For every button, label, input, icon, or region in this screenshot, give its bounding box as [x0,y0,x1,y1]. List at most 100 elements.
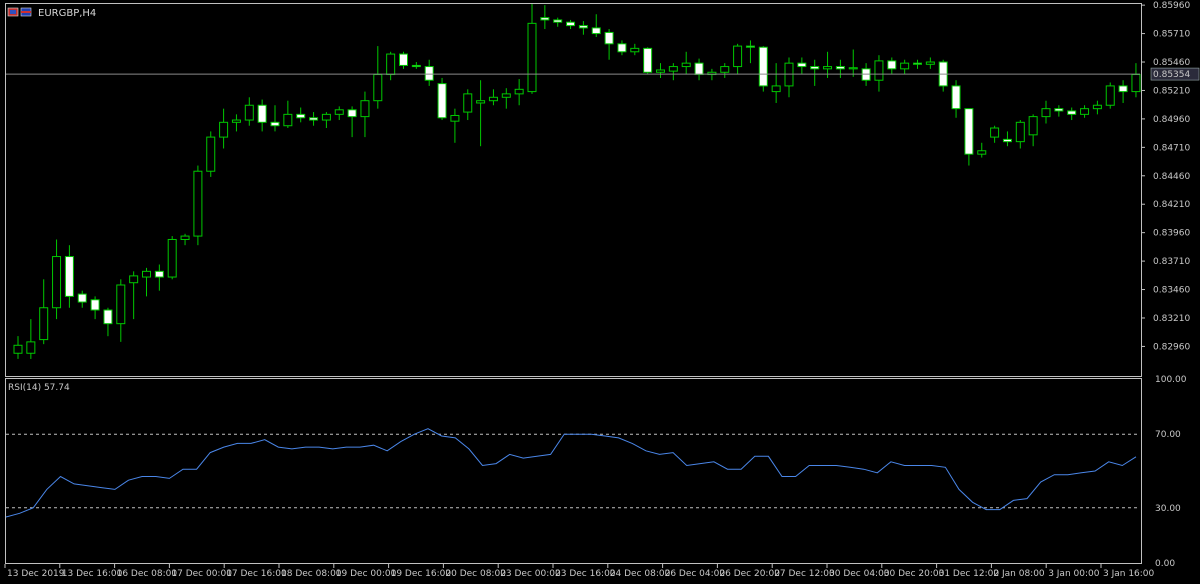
price-tick-label: 0.85460 [1153,58,1190,68]
candle-body-bull [848,67,858,70]
candle-body-bull [116,284,126,325]
time-tick-label: 26 Dec 20:00 [719,569,780,579]
candle-body-bull [142,270,151,278]
candle-body-bull [26,341,36,354]
candle-body-bull [283,113,293,127]
price-tick-label: 0.85210 [1153,86,1190,96]
time-tick-label: 16 Dec 08:00 [117,569,178,579]
price-tick-label: 0.85960 [1153,1,1190,11]
candle-body-bull [219,121,229,138]
candle-body-bull [360,100,370,118]
time-tick-label: 13 Dec 2019 [7,569,65,579]
candle [1105,82,1115,109]
candle-body-bear [1002,138,1012,143]
candle-body-bull [476,100,486,104]
candle-body-bear [399,53,408,66]
candle-body-bull [925,61,935,65]
rsi-tick-label: 30.00 [1155,504,1181,514]
candle-body-bull [1080,108,1090,115]
candle-body-bear [103,309,113,325]
candle-body-bull [733,45,743,68]
candle [167,236,177,280]
candle-body-bear [964,108,974,155]
candle-body-bear [591,27,601,35]
candle [437,77,447,121]
candle-body-bull [977,150,987,155]
candle-body-bull [52,256,62,309]
candle-body-bull [463,93,473,113]
candle [193,165,203,246]
candle-body-bear [835,66,845,70]
candle-body-bull [514,88,524,95]
candle-body-bull [386,53,396,76]
time-tick-label: 23 Dec 00:00 [500,569,561,579]
time-tick-label: 17 Dec 00:00 [171,569,232,579]
candle-body-bull [668,66,678,72]
candle-body-bull [656,69,665,73]
candle-body-bear [154,270,164,278]
candle-body-bull [823,66,833,70]
time-tick-label: 13 Dec 16:00 [62,569,123,579]
candle-body-bear [951,85,961,110]
candle-body-bull [13,344,23,354]
rsi-title: RSI(14) 57.74 [8,383,70,393]
candle-body-bear [604,31,614,45]
chart-background [0,0,1200,584]
candle-body-bear [643,47,653,73]
candle-body-bull [167,238,177,278]
candle-body-bull [193,170,203,237]
time-tick-label: 26 Dec 04:00 [665,569,726,579]
candle [643,47,653,75]
time-tick-label: 3 Jan 16:00 [1103,569,1155,579]
candle-body-bear [309,117,319,121]
candle-body-bear [77,293,87,303]
candle-body-bull [450,114,460,122]
candle-body-bull [1028,116,1038,136]
time-tick-label: 30 Dec 04:00 [829,569,890,579]
price-tick-label: 0.83710 [1153,257,1190,267]
price-tick-label: 0.84210 [1153,200,1190,210]
candle-body-bear [90,299,100,311]
time-tick-label: 19 Dec 16:00 [391,569,452,579]
price-tick-label: 0.82960 [1153,342,1190,352]
price-tick-label: 0.83960 [1153,229,1190,239]
rsi-tick-label: 0.00 [1155,559,1175,569]
candle-body-bull [334,109,344,115]
price-tick-label: 0.83210 [1153,314,1190,324]
candle-body-bear [694,62,704,76]
candle-body-bull [231,119,241,123]
candle-body-bear [1067,110,1077,115]
candle-body-bear [540,17,550,21]
candle-body-bear [270,121,280,127]
time-tick-label: 23 Dec 16:00 [555,569,616,579]
price-tick-label: 0.84710 [1153,143,1190,153]
candle-body-bear [758,46,768,87]
candle-body-bear [810,66,820,70]
candle-body-bear [578,25,588,29]
candle-body-bull [1015,121,1025,143]
candle-body-bull [321,113,331,121]
candle-body-bear [566,21,576,27]
candle-body-bear [797,62,807,68]
candle-body-bear [745,45,755,48]
candle-body-bull [900,62,910,70]
candle-body-bear [411,64,421,68]
price-tick-label: 0.84960 [1153,115,1190,125]
price-tick-label: 0.85710 [1153,30,1190,40]
candle-body-bull [39,307,49,341]
candle-body-bear [913,62,922,65]
candle-body-bull [244,104,254,121]
rsi-tick-label: 70.00 [1155,430,1181,440]
candle-body-bear [887,60,897,70]
time-tick-label: 2 Jan 08:00 [993,569,1045,579]
price-tick-label: 0.83460 [1153,286,1190,296]
time-tick-label: 17 Dec 16:00 [226,569,287,579]
rsi-tick-label: 100.00 [1155,375,1187,385]
bid-price-label: 0.85354 [1153,70,1190,80]
candle-body-bear [1054,108,1064,112]
candle-body-bear [437,83,447,119]
chart-canvas: EURGBP,H4 0.82960 0.83210 0.83460 0.83710 0.… [0,0,1200,584]
candle [758,46,768,92]
candle-body-bear [617,43,627,53]
candle-body-bull [990,127,1000,138]
